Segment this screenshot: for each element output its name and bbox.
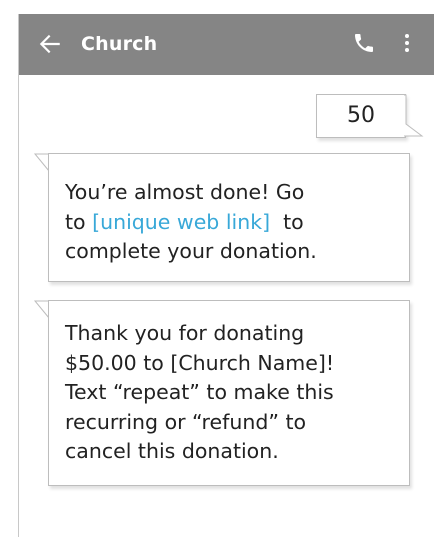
received-message-bubble: Thank you for donating $50.00 to [Church… [48, 300, 410, 486]
message-line: Text “repeat” to make this [65, 380, 334, 404]
message-line: $50.00 to [Church Name]! [65, 350, 335, 375]
phone-icon[interactable] [352, 31, 376, 55]
message-line: to [unique web link] to [65, 208, 409, 238]
message-text: to [270, 209, 304, 234]
sent-message-bubble: 50 [316, 94, 406, 138]
message-line: You’re almost done! Go [65, 180, 305, 204]
sent-bubble-tail [404, 94, 424, 137]
more-vertical-icon[interactable] [395, 31, 419, 55]
conversation-title: Church [81, 33, 158, 55]
message-line: cancel this donation. [65, 439, 279, 463]
message-line: recurring or “refund” to [65, 409, 307, 434]
message-text: to [65, 209, 93, 234]
arrow-left-icon[interactable] [37, 31, 63, 57]
app-bar: Church [19, 14, 434, 75]
message-line: Thank you for donating [65, 321, 305, 345]
sent-message-text: 50 [347, 103, 375, 128]
message-line: complete your donation. [65, 239, 317, 263]
phone-screen: Church 50 You’re almost done! Go to [uni… [18, 14, 434, 537]
donation-web-link[interactable]: [unique web link] [92, 210, 270, 234]
received-message-bubble: You’re almost done! Go to [unique web li… [48, 153, 410, 282]
